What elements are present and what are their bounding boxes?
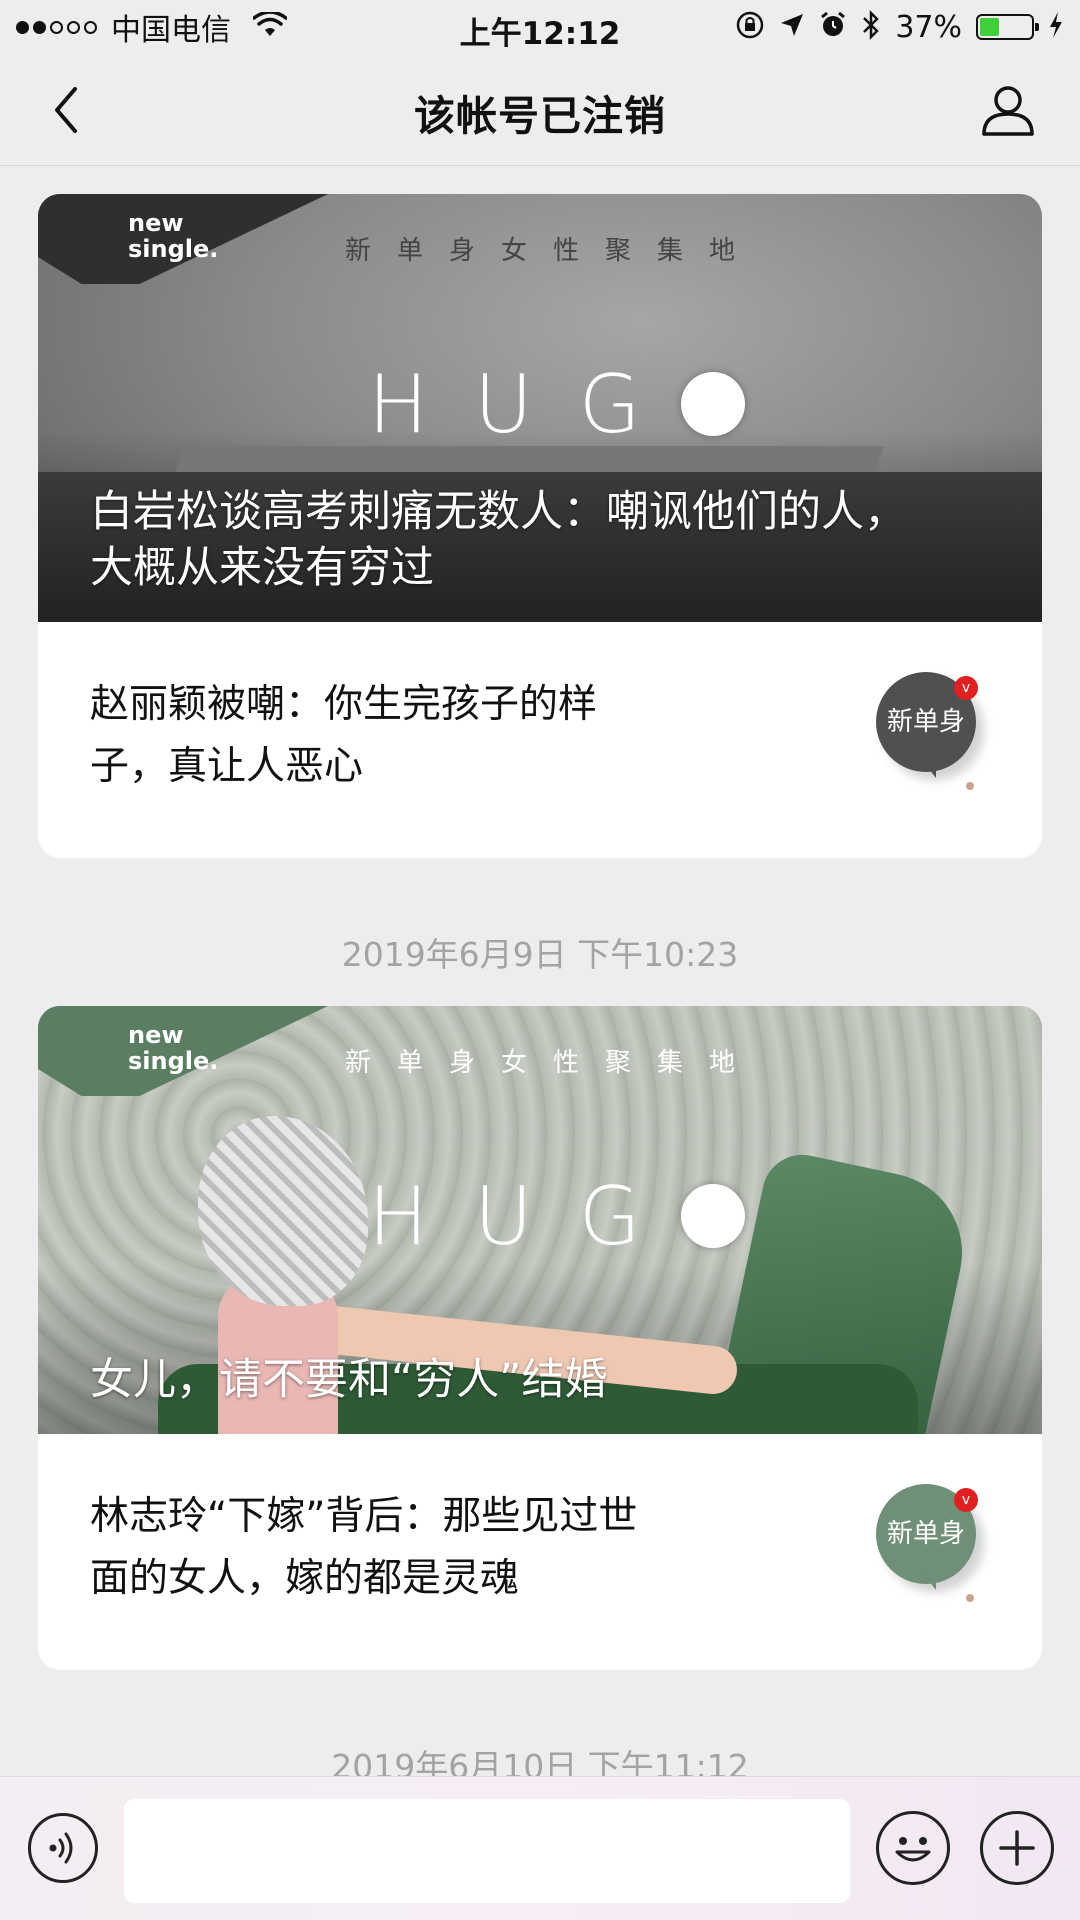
plus-button[interactable] <box>980 1811 1054 1885</box>
battery-icon <box>976 14 1039 40</box>
message-input[interactable] <box>124 1799 850 1903</box>
emoji-button[interactable] <box>876 1811 950 1885</box>
alarm-icon <box>819 11 847 43</box>
sub-article-title: 林志玲“下嫁”背后：那些见过世面的女人，嫁的都是灵魂 <box>90 1494 638 1601</box>
hugo-logo-text: HUG <box>368 357 687 451</box>
thumbnail-tail <box>922 1572 936 1590</box>
cover-image-head <box>198 1116 368 1306</box>
hugo-logo: HUG <box>368 358 745 451</box>
thumbnail-dot <box>966 782 974 790</box>
emoji-icon <box>895 1837 931 1862</box>
hugo-logo-dot <box>680 372 745 436</box>
sub-article[interactable]: 赵丽颖被嘲：你生完孩子的样子，真让人恶心 新单身 v <box>38 622 1042 858</box>
cover-article[interactable]: new single. 新单身女性聚集地 HUG 白岩松谈高考刺痛无数人：嘲讽他… <box>38 194 1042 622</box>
input-bar <box>0 1776 1080 1920</box>
hugo-logo-text: HUG <box>368 1169 687 1263</box>
article-card[interactable]: new single. 新单身女性聚集地 HUG 女儿，请不要和“穷人”结婚 林… <box>38 1006 1042 1670</box>
hugo-logo-dot <box>680 1184 745 1248</box>
sub-article-thumbnail: 新单身 v <box>876 672 980 790</box>
profile-button[interactable] <box>978 80 1038 140</box>
charging-icon <box>1048 11 1064 43</box>
sub-article-thumbnail: 新单身 v <box>876 1484 980 1602</box>
status-right: 37% <box>735 8 1064 46</box>
battery-percent: 37% <box>895 9 962 45</box>
message-timestamp: 2019年6月9日 下午10:23 <box>341 935 739 974</box>
sub-article[interactable]: 林志玲“下嫁”背后：那些见过世面的女人，嫁的都是灵魂 新单身 v <box>38 1434 1042 1670</box>
thumbnail-dot <box>966 1594 974 1602</box>
page-title: 该帐号已注销 <box>414 92 666 140</box>
cover-subtitle: 新单身女性聚集地 <box>344 236 761 266</box>
status-bar: 中国电信 上午12:12 37% <box>0 0 1080 54</box>
cover-title: 女儿，请不要和“穷人”结婚 <box>90 1355 608 1405</box>
person-icon <box>982 86 1034 136</box>
article-card[interactable]: new single. 新单身女性聚集地 HUG 白岩松谈高考刺痛无数人：嘲讽他… <box>38 194 1042 858</box>
nav-bar: 该帐号已注销 <box>0 54 1080 166</box>
voice-icon <box>49 1832 73 1864</box>
verified-badge: v <box>954 676 978 700</box>
thumbnail-tail <box>922 760 936 778</box>
location-arrow-icon <box>779 12 805 42</box>
cover-article[interactable]: new single. 新单身女性聚集地 HUG 女儿，请不要和“穷人”结婚 <box>38 1006 1042 1434</box>
bluetooth-icon <box>861 9 881 45</box>
hugo-logo: HUG <box>368 1170 745 1263</box>
voice-button[interactable] <box>28 1813 98 1883</box>
plus-icon <box>999 1830 1035 1866</box>
cover-subtitle: 新单身女性聚集地 <box>344 1048 761 1078</box>
verified-badge: v <box>954 1488 978 1512</box>
cover-title: 白岩松谈高考刺痛无数人：嘲讽他们的人，大概从来没有穷过 <box>90 487 907 593</box>
battery-level <box>980 18 999 36</box>
sub-article-title: 赵丽颖被嘲：你生完孩子的样子，真让人恶心 <box>90 682 598 789</box>
rotation-lock-icon <box>735 10 765 44</box>
